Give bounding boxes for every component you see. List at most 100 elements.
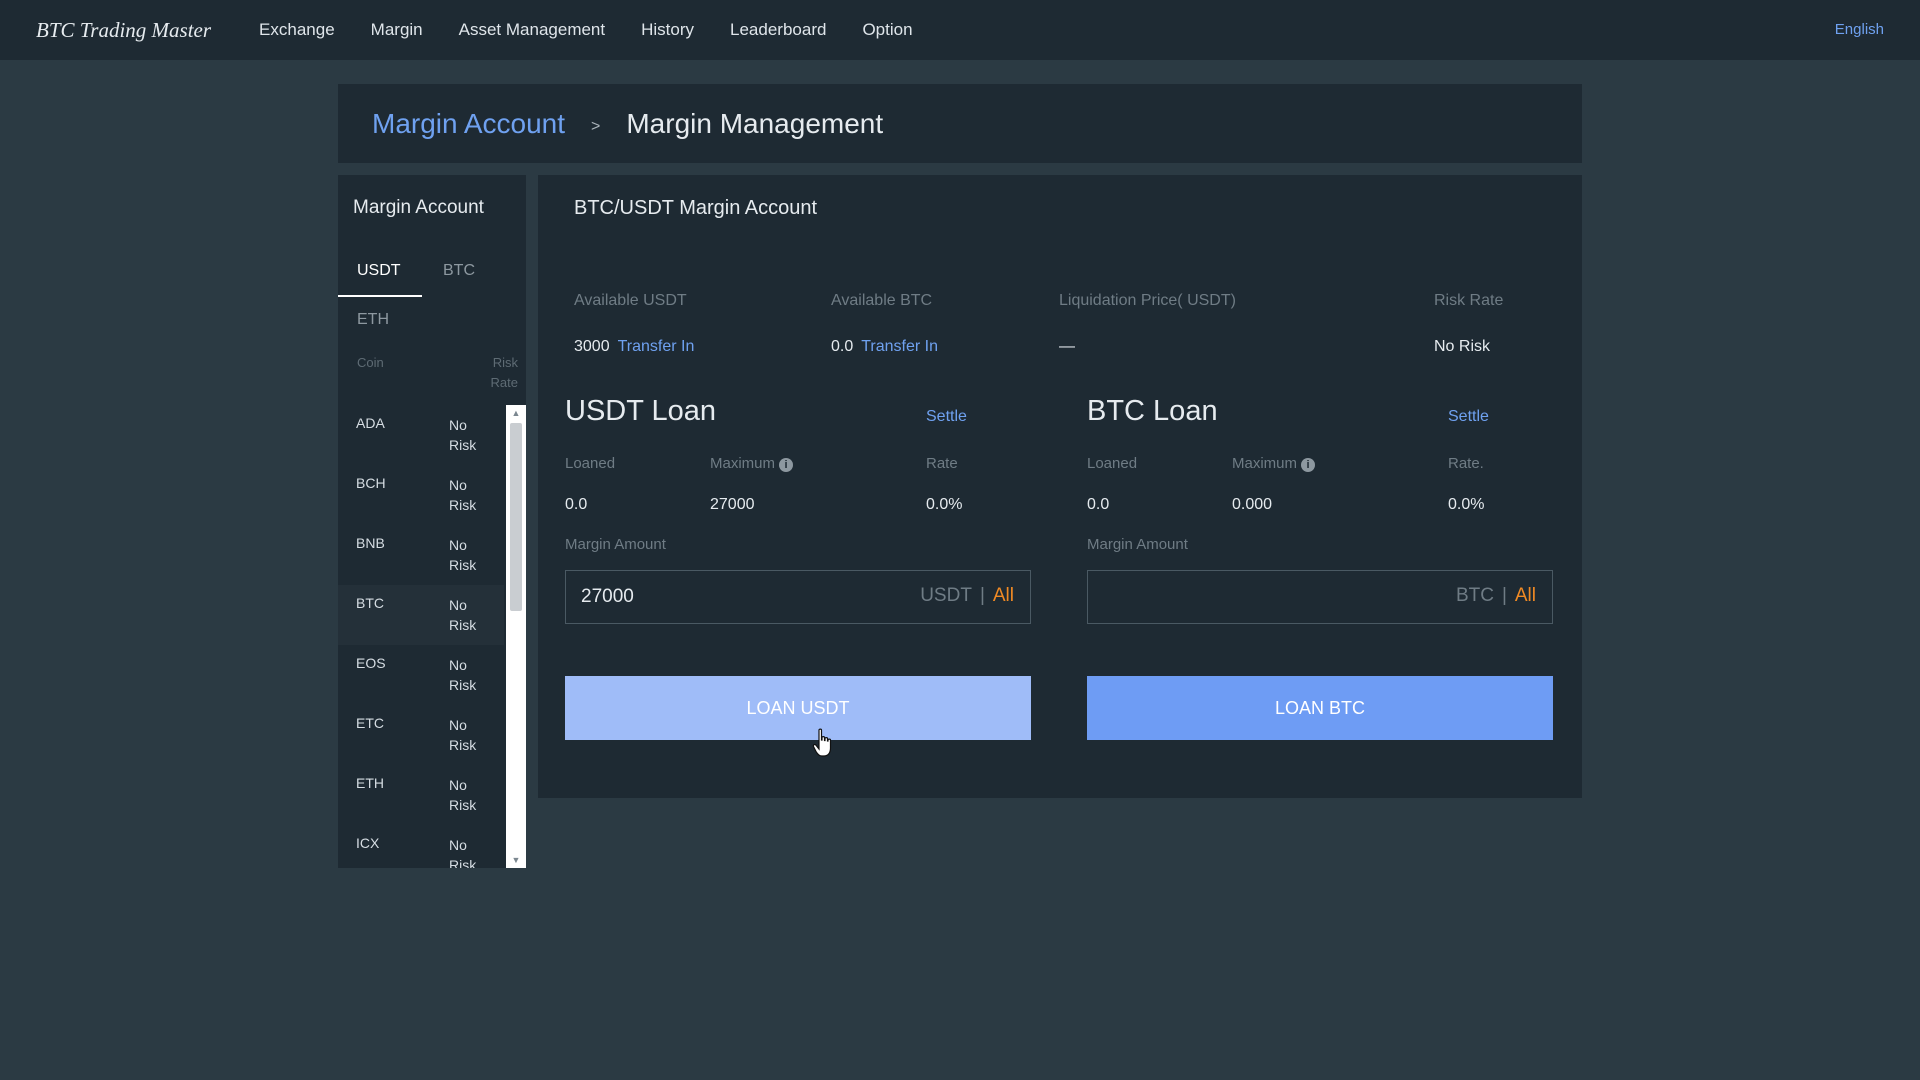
coin-name: ADA: [356, 415, 385, 431]
list-item[interactable]: BCH No Risk: [338, 465, 504, 525]
coin-risk: No Risk: [449, 715, 489, 755]
available-btc: 0.0 Transfer In: [831, 338, 938, 356]
btc-loaned-value: 0.0: [1087, 496, 1110, 513]
active-tab-indicator: [338, 295, 422, 297]
divider: |: [979, 585, 985, 606]
coin-risk-line1: No: [449, 537, 467, 553]
usdt-all-button[interactable]: All: [993, 585, 1014, 606]
page-title: Margin Management: [626, 107, 884, 139]
coin-name: ETC: [356, 715, 384, 731]
nav-leaderboard[interactable]: Leaderboard: [730, 20, 826, 40]
breadcrumb-separator: >: [591, 117, 601, 135]
usdt-maximum-label: Maximum i: [710, 455, 794, 472]
column-header-risk-line1: Risk: [492, 355, 518, 370]
available-usdt: 3000 Transfer In: [574, 338, 694, 356]
column-header-risk-line2: Rate: [490, 375, 518, 390]
coin-name: ICX: [356, 835, 380, 851]
coin-name: BNB: [356, 535, 385, 551]
tab-usdt[interactable]: USDT: [357, 262, 401, 280]
btc-margin-amount-label: Margin Amount: [1087, 536, 1188, 553]
risk-rate-label: Risk Rate: [1434, 292, 1504, 309]
list-item[interactable]: BNB No Risk: [338, 525, 504, 585]
coin-risk: No Risk: [449, 655, 489, 695]
coin-name: BCH: [356, 475, 386, 491]
list-item[interactable]: ADA No Risk: [338, 405, 504, 465]
usdt-margin-amount-input[interactable]: 27000 USDT | All: [565, 570, 1031, 624]
usdt-rate-value: 0.0%: [926, 496, 963, 513]
coin-name: ETH: [356, 775, 384, 791]
coin-list-scrollbar[interactable]: ▲ ▼: [506, 405, 526, 868]
available-usdt-value: 3000: [574, 338, 610, 355]
coin-risk-line1: No: [449, 717, 467, 733]
btc-rate-value: 0.0%: [1448, 496, 1485, 513]
column-header-risk: Risk Rate: [488, 353, 518, 393]
coin-risk: No Risk: [449, 475, 489, 515]
coin-risk-line1: No: [449, 837, 467, 853]
nav-history[interactable]: History: [641, 20, 694, 40]
scrollbar-thumb[interactable]: [510, 423, 522, 611]
usdt-maximum-label-text: Maximum: [710, 455, 776, 472]
nav-asset-management[interactable]: Asset Management: [459, 20, 605, 40]
coin-risk-line1: No: [449, 777, 467, 793]
liquidation-price-value: —: [1059, 338, 1075, 355]
breadcrumb-margin-account[interactable]: Margin Account: [372, 108, 565, 140]
list-item[interactable]: ETH No Risk: [338, 765, 504, 825]
list-item[interactable]: ICX No Risk: [338, 825, 504, 868]
coin-risk: No Risk: [449, 595, 489, 635]
info-icon[interactable]: i: [779, 458, 794, 472]
btc-maximum-value: 0.000: [1232, 496, 1273, 513]
btc-margin-amount-input[interactable]: BTC | All: [1087, 570, 1553, 624]
coin-risk-line2: Risk: [449, 797, 477, 813]
loan-btc-button[interactable]: LOAN BTC: [1087, 676, 1553, 740]
liquidation-price-label: Liquidation Price( USDT): [1059, 292, 1236, 309]
usdt-amount-suffix: USDT | All: [920, 585, 1014, 607]
hand-cursor-icon: [812, 728, 832, 757]
available-btc-label: Available BTC: [831, 292, 933, 309]
usdt-loaned-value: 0.0: [565, 496, 588, 513]
btc-loan-title: BTC Loan: [1087, 395, 1218, 427]
transfer-in-btc-link[interactable]: Transfer In: [861, 338, 938, 355]
coin-risk: No Risk: [449, 835, 489, 868]
coin-risk: No Risk: [449, 415, 489, 455]
coin-name: EOS: [356, 655, 386, 671]
btc-all-button[interactable]: All: [1515, 585, 1536, 606]
nav-exchange[interactable]: Exchange: [259, 20, 335, 40]
btc-rate-label: Rate.: [1448, 455, 1484, 472]
column-header-coin: Coin: [357, 355, 384, 370]
usdt-margin-amount-label: Margin Amount: [565, 536, 666, 553]
available-btc-value: 0.0: [831, 338, 854, 355]
coin-risk-line2: Risk: [449, 857, 477, 868]
btc-unit-label: BTC: [1455, 585, 1494, 606]
list-item[interactable]: ETC No Risk: [338, 705, 504, 765]
coin-name: BTC: [356, 595, 384, 611]
language-selector[interactable]: English: [1835, 21, 1884, 38]
list-item[interactable]: EOS No Risk: [338, 645, 504, 705]
scroll-down-arrow-icon[interactable]: ▼: [506, 852, 526, 868]
coin-risk: No Risk: [449, 535, 489, 575]
coin-risk-line1: No: [449, 597, 467, 613]
tab-eth[interactable]: ETH: [357, 311, 389, 329]
usdt-unit-label: USDT: [920, 585, 972, 606]
nav-margin[interactable]: Margin: [371, 20, 423, 40]
coin-risk-line2: Risk: [449, 737, 477, 753]
scroll-up-arrow-icon[interactable]: ▲: [506, 405, 526, 421]
margin-account-sidebar: Margin Account USDT BTC ETH Coin Risk Ra…: [338, 175, 526, 868]
brand-logo[interactable]: BTC Trading Master: [36, 18, 211, 43]
tab-btc[interactable]: BTC: [443, 262, 475, 280]
coin-risk-line2: Risk: [449, 677, 477, 693]
usdt-loaned-label: Loaned: [565, 455, 616, 472]
usdt-settle-link[interactable]: Settle: [926, 408, 967, 426]
info-icon[interactable]: i: [1301, 458, 1316, 472]
risk-rate-value: No Risk: [1434, 338, 1491, 355]
btc-settle-link[interactable]: Settle: [1448, 408, 1489, 426]
list-item[interactable]: BTC No Risk: [338, 585, 504, 645]
usdt-loan-section: USDT Loan Settle Loaned Maximum i Rate 0.…: [565, 395, 1031, 775]
account-title: BTC/USDT Margin Account: [574, 197, 818, 219]
transfer-in-usdt-link[interactable]: Transfer In: [618, 338, 695, 355]
nav-option[interactable]: Option: [862, 20, 912, 40]
loan-usdt-button[interactable]: LOAN USDT: [565, 676, 1031, 740]
coin-risk: No Risk: [449, 775, 489, 815]
sidebar-title: Margin Account: [353, 197, 484, 218]
divider: |: [1501, 585, 1507, 606]
btc-loan-section: BTC Loan Settle Loaned Maximum i Rate. 0.…: [1087, 395, 1553, 775]
